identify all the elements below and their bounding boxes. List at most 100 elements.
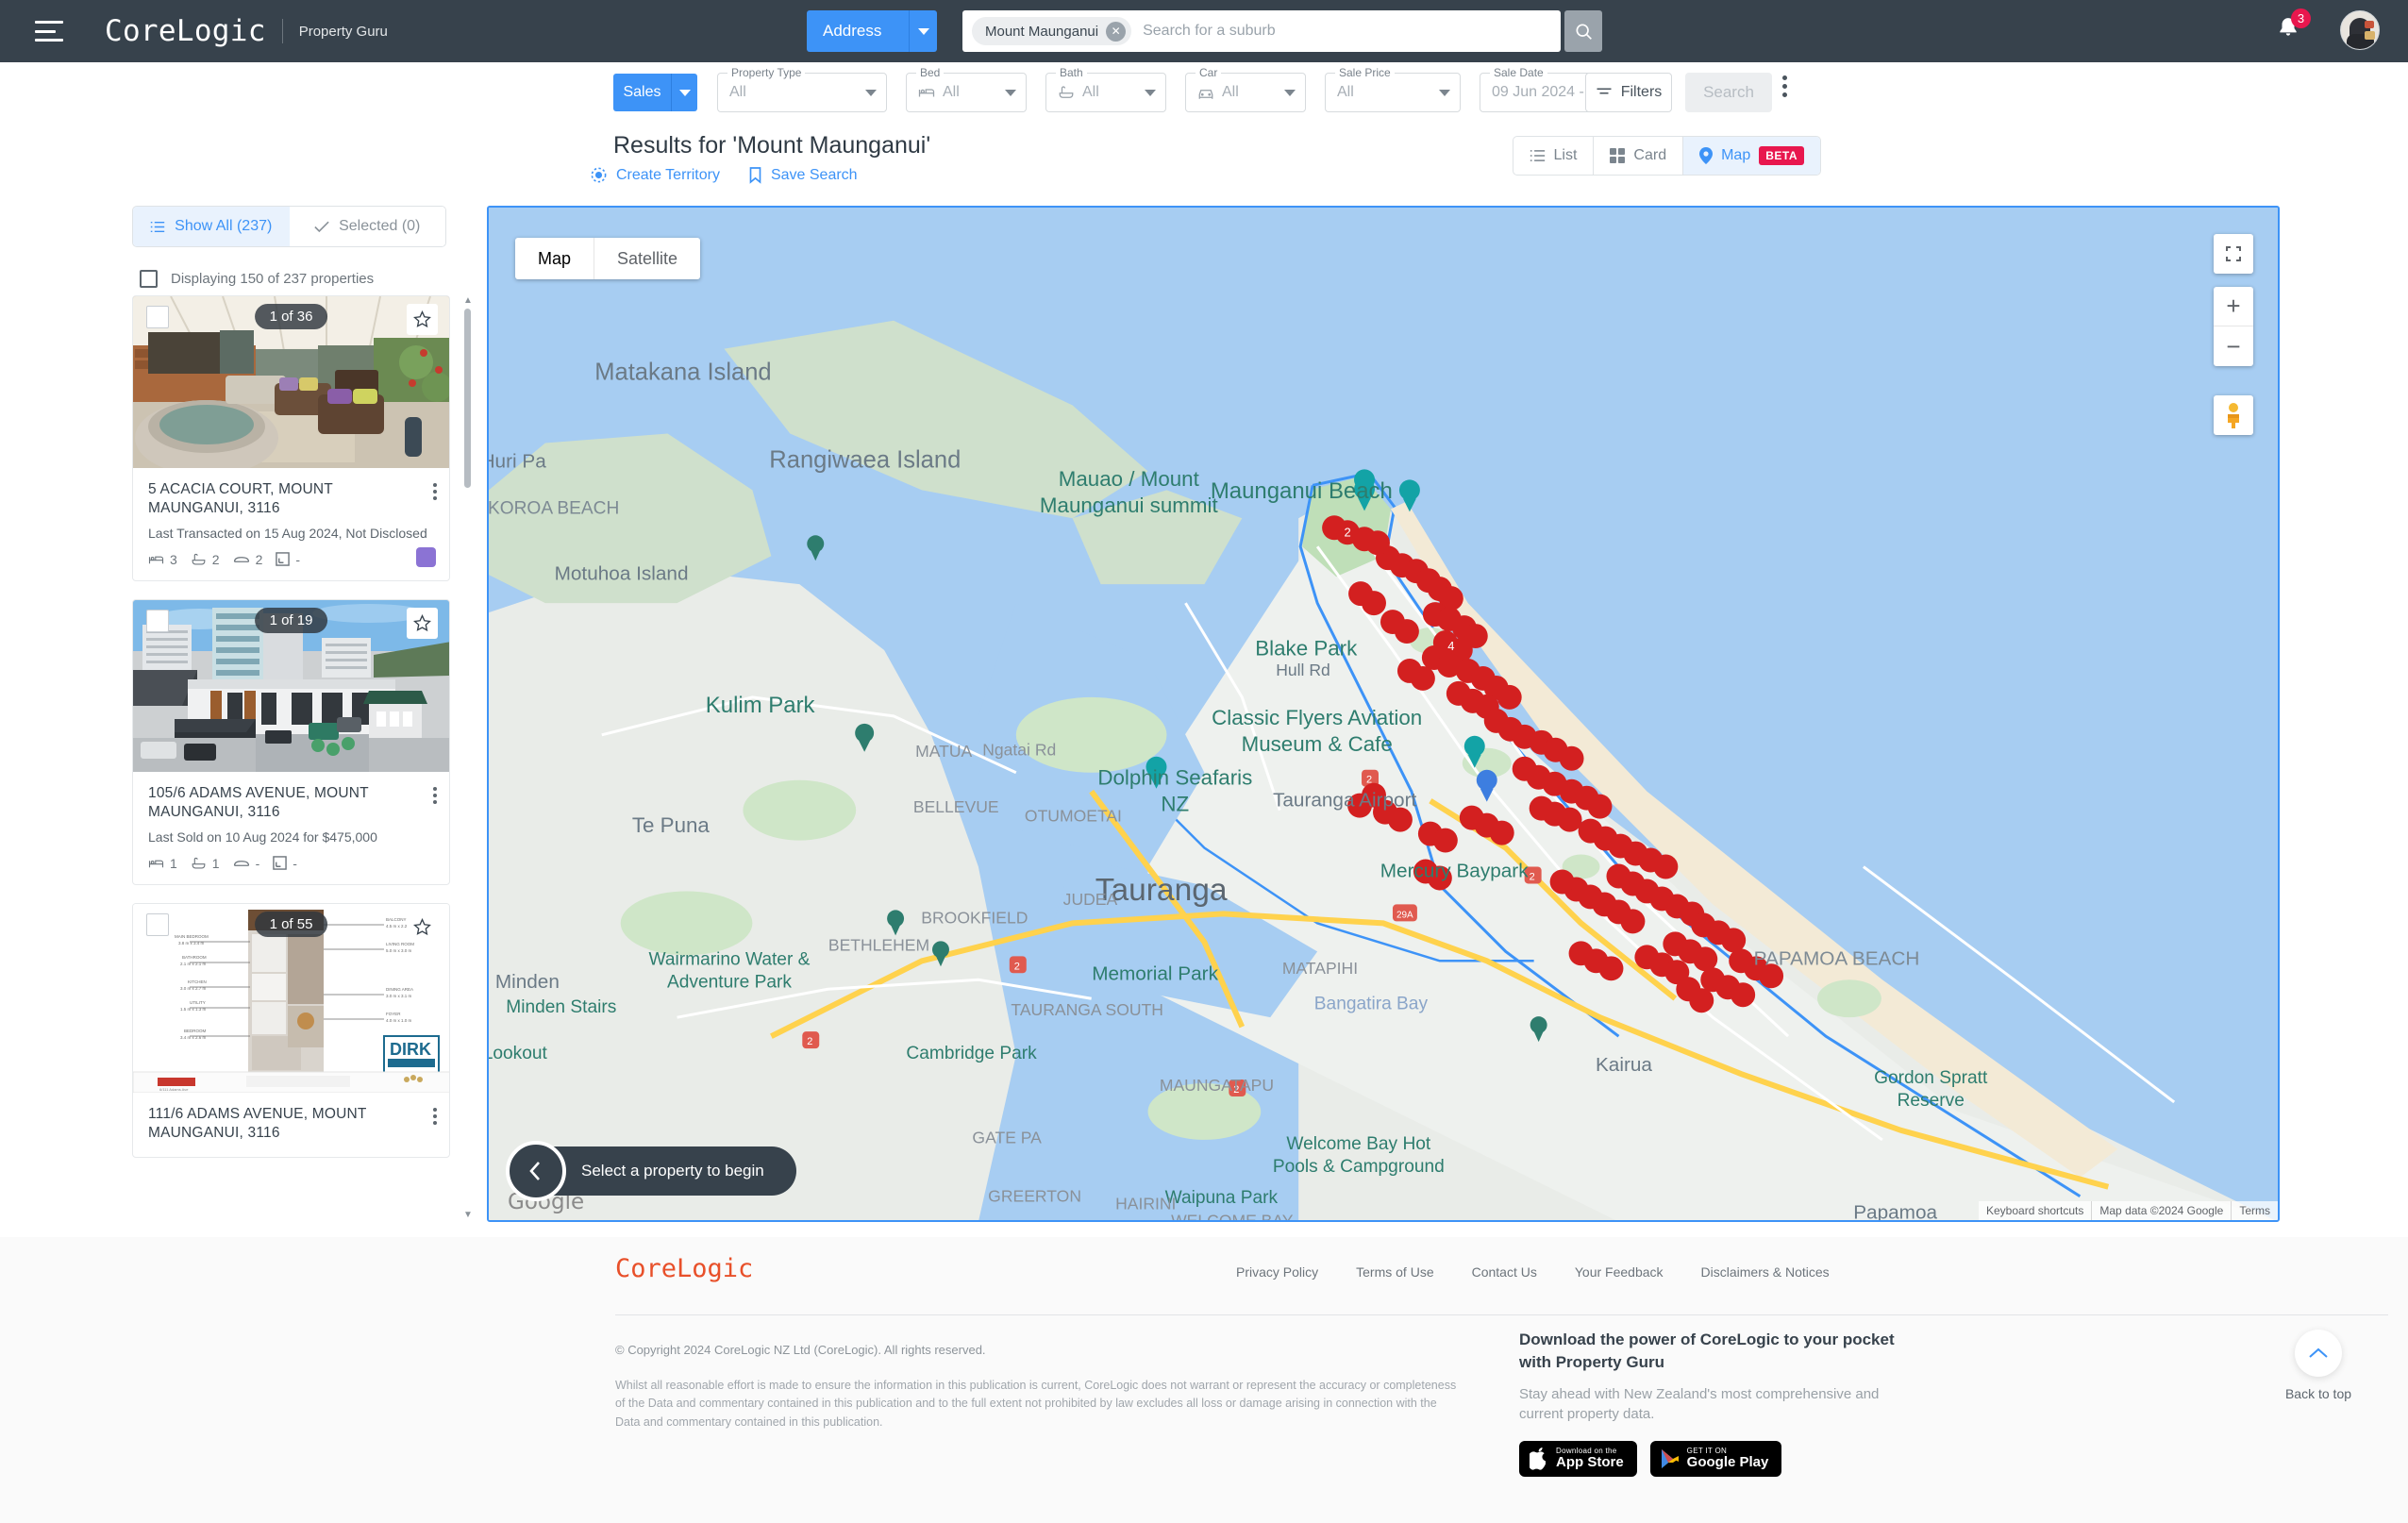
property-specs: 3 2 2 - bbox=[148, 552, 434, 567]
bookmark-icon bbox=[749, 167, 761, 184]
search-mode-button[interactable]: Address bbox=[807, 10, 909, 52]
search-submit-button[interactable] bbox=[1564, 10, 1602, 52]
map-type-satellite[interactable]: Satellite bbox=[594, 238, 700, 279]
tab-selected[interactable]: Selected (0) bbox=[289, 207, 445, 246]
app-promo-text: Stay ahead with New Zealand's most compr… bbox=[1519, 1385, 1880, 1423]
property-address[interactable]: 111/6 ADAMS AVENUE, MOUNT MAUNGANUI, 311… bbox=[148, 1105, 434, 1144]
svg-text:3.0 m x 3.1 m: 3.0 m x 3.1 m bbox=[386, 994, 412, 998]
terms-link[interactable]: Terms bbox=[2231, 1201, 2278, 1220]
spec-beds: 3 bbox=[148, 552, 177, 567]
favourite-star-icon[interactable] bbox=[407, 911, 438, 943]
footer-link-contact[interactable]: Contact Us bbox=[1472, 1264, 1537, 1280]
svg-text:6/111 Adams Ave: 6/111 Adams Ave bbox=[159, 1087, 189, 1092]
keyboard-shortcuts-link[interactable]: Keyboard shortcuts bbox=[1979, 1201, 2091, 1220]
property-card[interactable]: MAIN BEDROOM 3.8 m x 3.4 m BATHROOM 2.1 m … bbox=[132, 902, 450, 1158]
card-list-scrollbar[interactable]: ▲ ▼ bbox=[463, 295, 473, 1220]
card-select-checkbox[interactable] bbox=[146, 912, 169, 936]
property-card[interactable]: 1 of 36 5 ACACIA COURT, MOUNT MAUNGANUI,… bbox=[132, 295, 450, 581]
map-type-map[interactable]: Map bbox=[515, 238, 594, 279]
view-toggle-map[interactable]: Map BETA bbox=[1683, 137, 1820, 175]
sale-price-filter[interactable]: Sale Price All bbox=[1325, 66, 1461, 112]
list-icon bbox=[150, 221, 165, 232]
suburb-chip-remove-icon[interactable]: ✕ bbox=[1106, 21, 1127, 42]
search-button[interactable]: Search bbox=[1685, 73, 1772, 112]
spec-cars-value: 2 bbox=[255, 551, 263, 567]
back-to-top-button[interactable]: Back to top bbox=[2266, 1330, 2370, 1401]
property-card-menu-icon[interactable] bbox=[433, 483, 437, 500]
scroll-up-icon[interactable]: ▲ bbox=[463, 295, 473, 306]
sales-mode-button[interactable]: Sales bbox=[613, 74, 671, 111]
property-specs: 1 1 - - bbox=[148, 856, 434, 871]
menu-hamburger-icon[interactable] bbox=[35, 21, 63, 42]
property-card[interactable]: 1 of 19 105/6 ADAMS AVENUE, MOUNT MAUNGA… bbox=[132, 598, 450, 885]
property-card-menu-icon[interactable] bbox=[433, 1107, 437, 1125]
spec-beds-value: 3 bbox=[170, 551, 177, 567]
scrollbar-thumb[interactable] bbox=[464, 309, 471, 488]
property-card-menu-icon[interactable] bbox=[433, 786, 437, 804]
sale-date-label: Sale Date bbox=[1490, 66, 1547, 79]
google-play-button[interactable]: GET IT ON Google Play bbox=[1649, 1441, 1782, 1478]
property-type-filter[interactable]: Property Type All bbox=[717, 66, 887, 112]
map-view[interactable]: 2 2 2 2 2 29A 4 2 Matakana Island Rangiw… bbox=[487, 206, 2280, 1222]
bed-filter[interactable]: Bed All bbox=[906, 66, 1027, 112]
zoom-in-button[interactable]: + bbox=[2214, 287, 2253, 326]
spec-land: - bbox=[276, 552, 300, 567]
property-type-label: Property Type bbox=[727, 66, 806, 79]
select-all-checkbox[interactable] bbox=[140, 270, 158, 288]
view-toggle-list[interactable]: List bbox=[1513, 137, 1595, 175]
property-image[interactable]: 1 of 36 bbox=[133, 296, 449, 468]
card-select-checkbox[interactable] bbox=[146, 609, 169, 632]
check-icon bbox=[314, 221, 329, 232]
user-avatar[interactable] bbox=[2340, 10, 2380, 50]
app-store-big-label: App Store bbox=[1556, 1454, 1624, 1471]
street-view-pegman-icon[interactable] bbox=[2214, 395, 2253, 435]
filters-button[interactable]: Filters bbox=[1585, 73, 1672, 112]
save-search-label: Save Search bbox=[770, 166, 858, 183]
footer-link-feedback[interactable]: Your Feedback bbox=[1575, 1264, 1664, 1280]
top-right-actions: 3 bbox=[2276, 8, 2380, 50]
save-search-button[interactable]: Save Search bbox=[748, 166, 858, 184]
search-input[interactable] bbox=[1143, 23, 1551, 40]
apple-icon bbox=[1530, 1448, 1546, 1470]
map-canvas[interactable]: 2 2 2 2 2 29A 4 2 bbox=[489, 208, 2278, 1222]
more-options-icon[interactable] bbox=[1782, 75, 1787, 97]
footer-link-disclaimers[interactable]: Disclaimers & Notices bbox=[1701, 1264, 1830, 1280]
property-type-value: All bbox=[729, 84, 746, 100]
property-address[interactable]: 5 ACACIA COURT, MOUNT MAUNGANUI, 3116 bbox=[148, 480, 434, 519]
svg-text:BEDROOM: BEDROOM bbox=[184, 1029, 207, 1033]
svg-text:29A: 29A bbox=[1396, 910, 1413, 920]
zoom-out-button[interactable]: − bbox=[2214, 326, 2253, 366]
favourite-star-icon[interactable] bbox=[407, 304, 438, 335]
notifications-button[interactable]: 3 bbox=[2276, 8, 2311, 46]
car-icon bbox=[1197, 85, 1214, 100]
property-card-list[interactable]: 1 of 36 5 ACACIA COURT, MOUNT MAUNGANUI,… bbox=[132, 295, 458, 1220]
spec-beds: 1 bbox=[148, 856, 177, 871]
search-mode-dropdown-icon[interactable] bbox=[909, 10, 937, 52]
chevron-left-icon bbox=[529, 1162, 540, 1180]
car-icon bbox=[233, 860, 249, 866]
favourite-star-icon[interactable] bbox=[407, 607, 438, 639]
svg-text:DINING AREA: DINING AREA bbox=[386, 987, 413, 992]
search-icon bbox=[1576, 24, 1592, 40]
footer-copyright: © Copyright 2024 CoreLogic NZ Ltd (CoreL… bbox=[615, 1343, 986, 1357]
footer-link-privacy[interactable]: Privacy Policy bbox=[1236, 1264, 1318, 1280]
car-filter[interactable]: Car All bbox=[1185, 66, 1306, 112]
sales-mode-dropdown-icon[interactable] bbox=[671, 74, 697, 111]
property-address[interactable]: 105/6 ADAMS AVENUE, MOUNT MAUNGANUI, 311… bbox=[148, 784, 434, 823]
property-card-body: 105/6 ADAMS AVENUE, MOUNT MAUNGANUI, 311… bbox=[133, 772, 449, 884]
spec-cars-value: - bbox=[255, 855, 260, 871]
property-transaction-info: Last Transacted on 15 Aug 2024, Not Disc… bbox=[148, 525, 427, 541]
app-store-button[interactable]: Download on the App Store bbox=[1519, 1441, 1637, 1478]
property-image[interactable]: MAIN BEDROOM 3.8 m x 3.4 m BATHROOM 2.1 m … bbox=[133, 903, 449, 1093]
fullscreen-button[interactable] bbox=[2214, 234, 2253, 274]
footer-link-terms[interactable]: Terms of Use bbox=[1356, 1264, 1433, 1280]
create-territory-button[interactable]: Create Territory bbox=[590, 166, 720, 184]
card-select-checkbox[interactable] bbox=[146, 306, 169, 328]
collapse-panel-button[interactable] bbox=[506, 1141, 566, 1201]
view-toggle-card[interactable]: Card bbox=[1594, 137, 1684, 175]
tab-show-all[interactable]: Show All (237) bbox=[133, 207, 290, 246]
bath-filter[interactable]: Bath All bbox=[1045, 66, 1166, 112]
property-image[interactable]: 1 of 19 bbox=[133, 599, 449, 772]
scroll-down-icon[interactable]: ▼ bbox=[463, 1210, 473, 1220]
filters-label: Filters bbox=[1620, 84, 1663, 100]
